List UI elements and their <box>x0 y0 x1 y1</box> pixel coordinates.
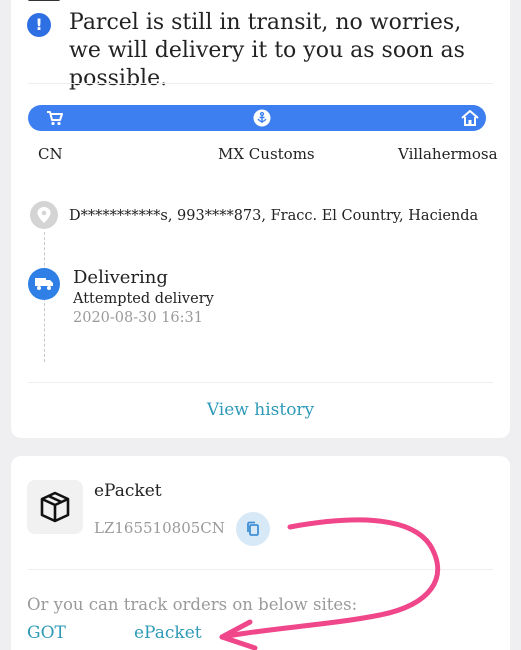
top-bar-handle <box>28 0 60 1</box>
copy-button[interactable] <box>236 512 270 546</box>
site-link-epacket[interactable]: ePacket <box>134 623 202 643</box>
home-icon <box>460 108 480 128</box>
info-icon: ! <box>27 13 51 37</box>
view-history-link[interactable]: View history <box>11 400 510 420</box>
delivery-address: D***********s, 993****873, Fracc. El Cou… <box>69 208 479 224</box>
route-stop-destination: Villahermosa <box>398 145 498 163</box>
event-time: 2020-08-30 16:31 <box>73 310 203 326</box>
tracking-number: LZ165510805CN <box>94 519 225 537</box>
route-stop-origin: CN <box>38 145 63 163</box>
tracking-card: ! Parcel is still in transit, no worries… <box>11 0 510 438</box>
anchor-icon <box>252 108 272 128</box>
divider <box>28 382 493 383</box>
copy-icon <box>247 521 259 536</box>
truck-icon <box>28 268 60 300</box>
site-link-got[interactable]: GOT <box>27 623 66 643</box>
carrier-name: ePacket <box>94 481 162 501</box>
event-subtitle: Attempted delivery <box>73 291 214 307</box>
track-hint-text: Or you can track orders on below sites: <box>27 595 358 614</box>
divider <box>28 569 493 570</box>
event-title: Delivering <box>73 267 168 288</box>
route-stop-customs: MX Customs <box>218 145 315 163</box>
location-pin-icon <box>30 201 58 229</box>
package-icon <box>27 480 83 534</box>
route-progress-bar <box>28 105 486 131</box>
package-card: ePacket LZ165510805CN Or you can track o… <box>11 456 510 650</box>
notice-text: Parcel is still in transit, no worries, … <box>69 10 465 91</box>
cart-icon <box>45 108 65 128</box>
divider <box>28 83 493 84</box>
